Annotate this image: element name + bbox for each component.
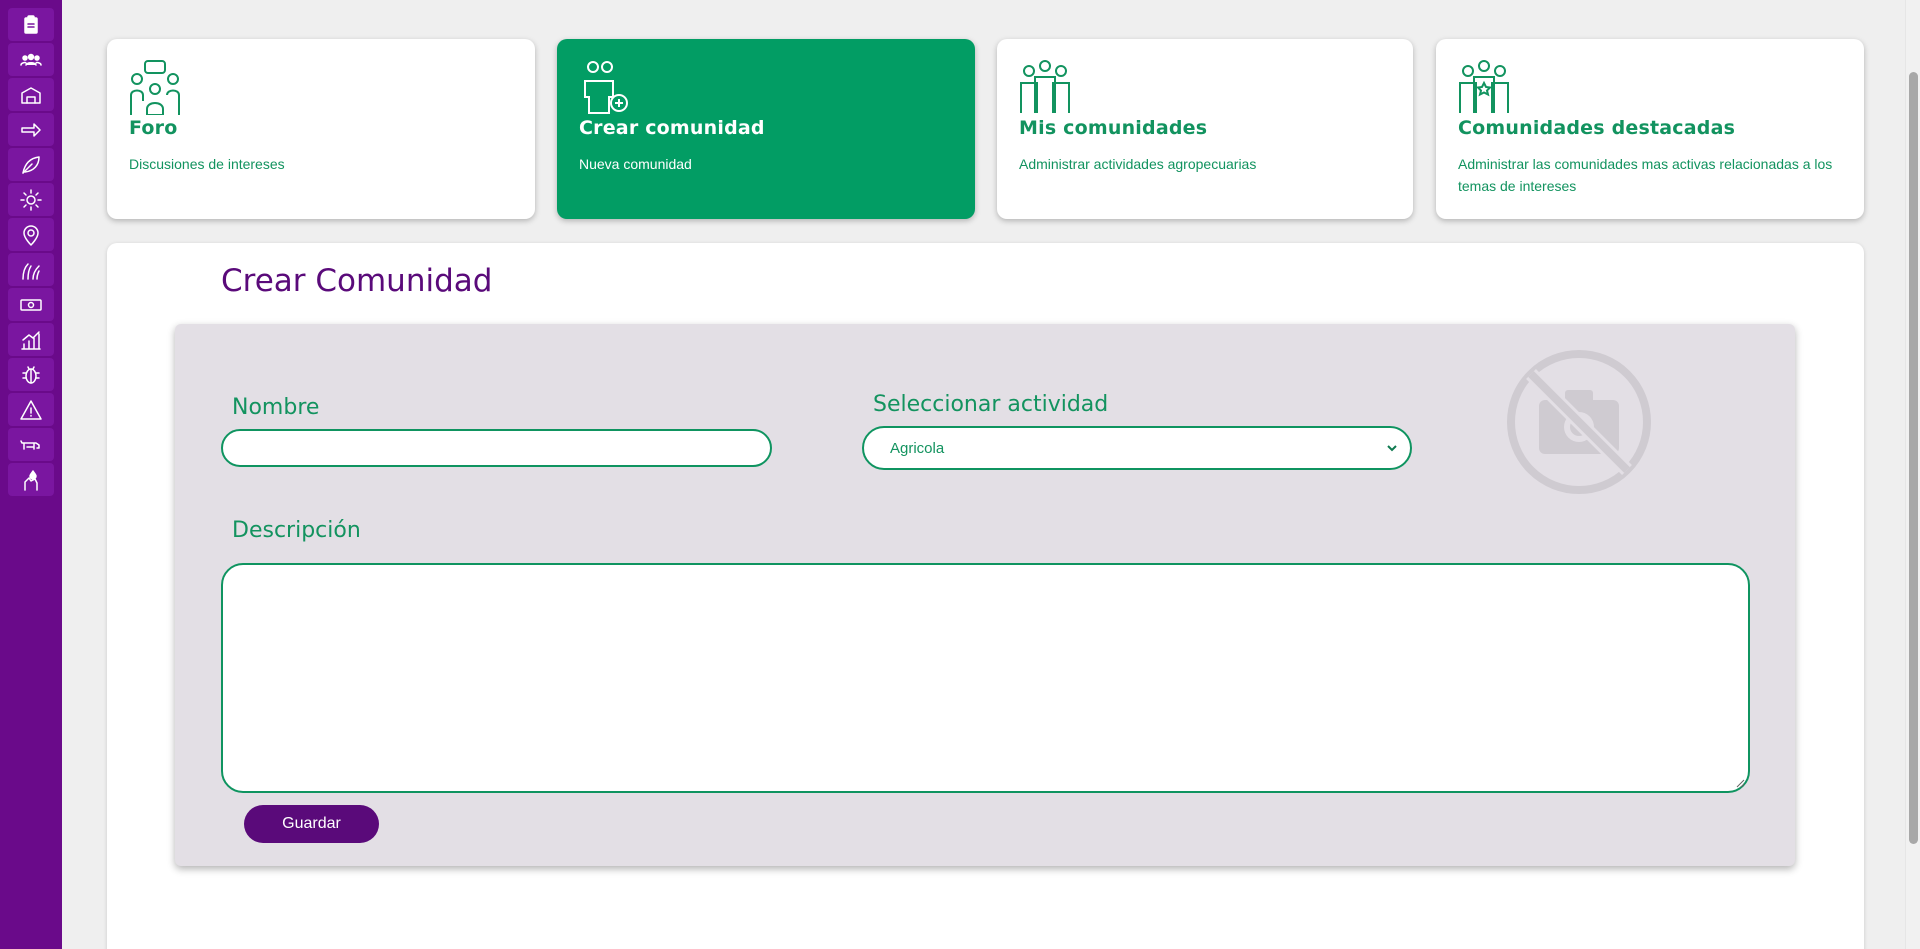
card-comunidades-destacadas[interactable]: Comunidades destacadas Administrar las c…	[1436, 39, 1864, 219]
sun-icon	[20, 188, 42, 211]
descripcion-label: Descripción	[232, 518, 361, 543]
sidebar-item-sun[interactable]	[8, 183, 54, 216]
card-subtitle: Discusiones de intereses	[129, 156, 285, 172]
card-subtitle: Administrar actividades agropecuarias	[1019, 156, 1257, 172]
card-subtitle: Administrar las comunidades mas activas …	[1458, 156, 1833, 194]
actividad-label: Seleccionar actividad	[873, 392, 1109, 417]
sidebar-item-clipboard[interactable]	[8, 8, 54, 41]
sidebar-item-location[interactable]	[8, 218, 54, 251]
resize-handle-icon[interactable]	[1735, 778, 1745, 788]
chevron-down-icon	[1386, 441, 1398, 453]
forum-people-icon	[129, 59, 181, 116]
no-photo-icon[interactable]	[1505, 348, 1653, 496]
sidebar-item-arrow[interactable]	[8, 113, 54, 146]
grass-icon	[22, 262, 40, 280]
sidebar-item-bug[interactable]	[8, 358, 54, 391]
card-mis-comunidades[interactable]: Mis comunidades Administrar actividades …	[997, 39, 1413, 219]
sidebar-item-money[interactable]	[8, 288, 54, 321]
actividad-selected-value: Agricola	[890, 439, 945, 457]
sidebar	[0, 0, 62, 949]
actividad-select[interactable]: Agricola	[862, 426, 1412, 470]
sidebar-item-animal[interactable]	[8, 428, 54, 461]
card-foro[interactable]: Foro Discusiones de intereses	[107, 39, 535, 219]
nombre-input[interactable]	[221, 429, 772, 467]
sidebar-item-users[interactable]	[8, 43, 54, 76]
sidebar-item-warning[interactable]	[8, 393, 54, 426]
leaf-icon	[22, 155, 40, 174]
page-title: Crear Comunidad	[221, 263, 493, 299]
animal-icon	[20, 439, 40, 450]
card-title: Crear comunidad	[579, 117, 765, 139]
bug-icon	[22, 365, 40, 384]
money-icon	[20, 298, 42, 311]
hand-drop-icon	[24, 469, 38, 491]
location-pin-icon	[23, 224, 39, 246]
save-button[interactable]: Guardar	[244, 805, 379, 843]
sidebar-item-chart[interactable]	[8, 323, 54, 356]
star-group-icon	[1458, 59, 1510, 115]
sidebar-item-leaf[interactable]	[8, 148, 54, 181]
scrollbar[interactable]	[1905, 0, 1920, 949]
card-crear-comunidad[interactable]: Crear comunidad Nueva comunidad	[557, 39, 975, 219]
nombre-label: Nombre	[232, 395, 320, 420]
scrollbar-thumb[interactable]	[1909, 72, 1918, 844]
descripcion-textarea[interactable]	[221, 563, 1750, 793]
sidebar-item-grass[interactable]	[8, 253, 54, 286]
group-icon	[1019, 59, 1071, 115]
card-title: Foro	[129, 117, 178, 139]
card-title: Comunidades destacadas	[1458, 117, 1736, 139]
users-icon	[20, 53, 42, 66]
barn-icon	[21, 86, 41, 104]
add-person-icon	[579, 59, 631, 115]
card-subtitle: Nueva comunidad	[579, 156, 692, 172]
warning-icon	[20, 399, 42, 420]
clipboard-icon	[24, 14, 38, 34]
sidebar-item-hand[interactable]	[8, 463, 54, 496]
chart-icon	[21, 330, 41, 350]
arrow-right-icon	[21, 122, 41, 137]
card-title: Mis comunidades	[1019, 117, 1208, 139]
sidebar-item-barn[interactable]	[8, 78, 54, 111]
